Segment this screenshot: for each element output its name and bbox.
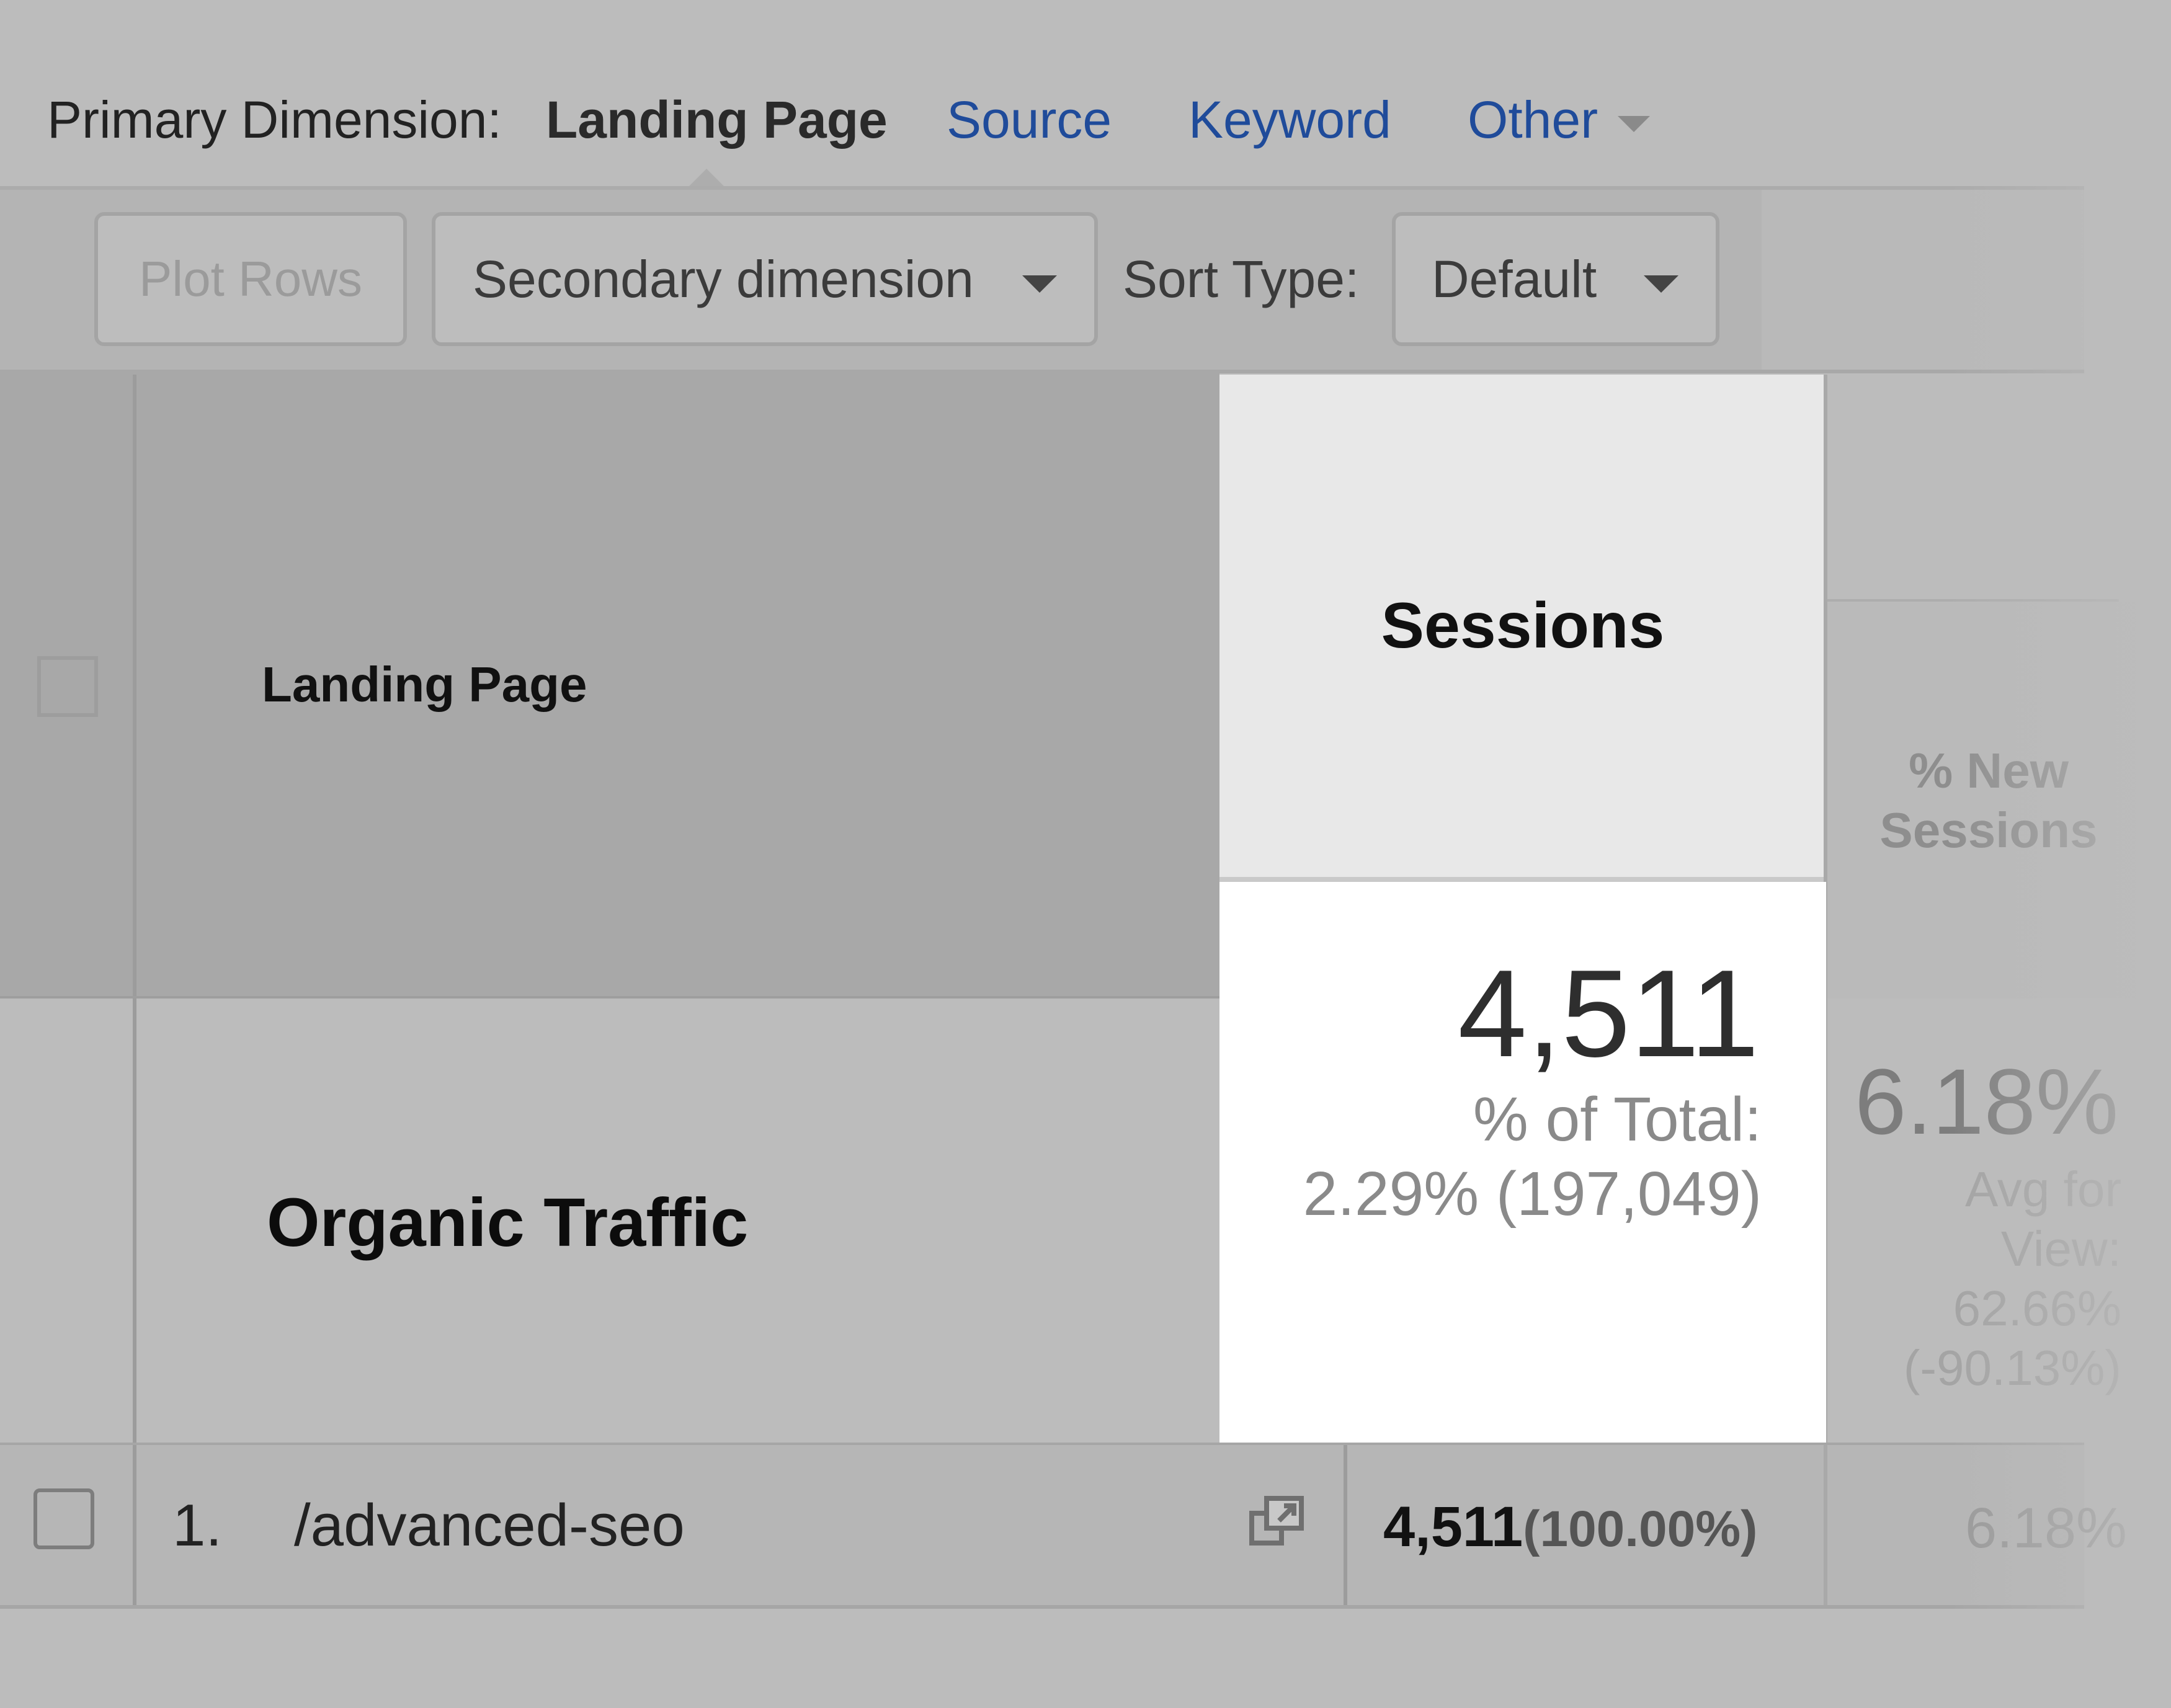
sessions-percent-value: 2.29% (197,049) bbox=[1303, 1159, 1762, 1229]
secondary-dimension-label: Secondary dimension bbox=[473, 249, 974, 308]
table-header-row bbox=[0, 372, 1219, 999]
dimension-tab-landing-page[interactable]: Landing Page bbox=[546, 90, 888, 150]
sessions-percent-of-total: % of Total: 2.29% (197,049) bbox=[1219, 1082, 1762, 1231]
dimension-tab-other[interactable]: Other bbox=[1468, 90, 1651, 150]
sort-type-label: Sort Type: bbox=[1123, 250, 1360, 308]
chevron-down-icon bbox=[1618, 115, 1651, 132]
sort-type-dropdown[interactable]: Default bbox=[1392, 212, 1719, 346]
row-number: 1. bbox=[172, 1492, 223, 1559]
new-sessions-average: Avg for View: 62.66% (-90.13%) bbox=[1855, 1160, 2121, 1398]
column-header-new-sessions[interactable]: % New Sessions bbox=[1827, 741, 2150, 860]
secondary-dimension-dropdown[interactable]: Secondary dimension bbox=[432, 212, 1098, 346]
sessions-percent-label: % of Total: bbox=[1473, 1085, 1762, 1154]
new-sessions-average-delta: (-90.13%) bbox=[1903, 1340, 2121, 1395]
row-checkbox[interactable] bbox=[33, 1488, 94, 1549]
sort-type-value: Default bbox=[1432, 249, 1597, 308]
table-toolbar-right bbox=[1762, 190, 2084, 370]
select-all-checkbox[interactable] bbox=[37, 656, 98, 717]
open-in-new-window-icon[interactable] bbox=[1247, 1493, 1306, 1553]
chevron-down-icon bbox=[1022, 275, 1057, 293]
dimension-tab-other-label: Other bbox=[1468, 91, 1598, 149]
plot-rows-button[interactable]: Plot Rows bbox=[94, 212, 407, 346]
row-new-sessions: 6.18% bbox=[1965, 1497, 2127, 1560]
column-header-sessions[interactable]: Sessions bbox=[1219, 589, 1826, 663]
column-divider bbox=[1824, 1445, 1827, 1606]
column-divider bbox=[1344, 1445, 1347, 1606]
new-sessions-average-value: 62.66% bbox=[1953, 1281, 2121, 1336]
dimension-tab-source[interactable]: Source bbox=[947, 90, 1112, 150]
row-sessions-value: 4,511 bbox=[1383, 1495, 1523, 1559]
dimension-tab-keyword[interactable]: Keyword bbox=[1188, 90, 1391, 150]
summary-label: Organic Traffic bbox=[267, 1185, 749, 1261]
row-landing-page-link[interactable]: /advanced-seo bbox=[294, 1492, 685, 1560]
divider bbox=[0, 1605, 2084, 1609]
row-sessions: 4,511(100.00%) bbox=[1383, 1495, 1758, 1560]
divider bbox=[1827, 599, 2119, 602]
new-sessions-total-value: 6.18% bbox=[1855, 1049, 2119, 1154]
sessions-total-value: 4,511 bbox=[1458, 945, 1759, 1083]
divider bbox=[1219, 877, 1826, 882]
row-sessions-percent: (100.00%) bbox=[1523, 1501, 1758, 1557]
chevron-down-icon bbox=[1644, 275, 1678, 293]
primary-dimension-label: Primary Dimension: bbox=[47, 91, 502, 149]
column-header-landing-page[interactable]: Landing Page bbox=[262, 656, 587, 713]
column-divider bbox=[133, 1445, 136, 1606]
new-sessions-average-label: Avg for View: bbox=[1965, 1162, 2121, 1276]
